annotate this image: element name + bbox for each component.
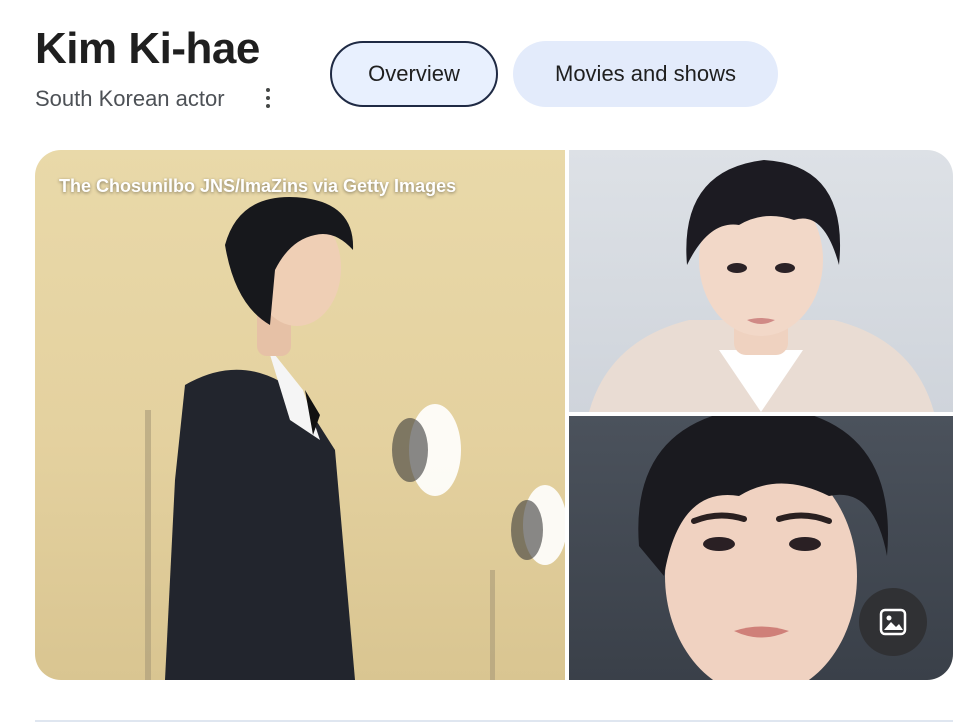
view-images-button[interactable]: [859, 588, 927, 656]
image-gallery: The Chosunilbo JNS/ImaZins via Getty Ima…: [35, 150, 953, 680]
main-image[interactable]: The Chosunilbo JNS/ImaZins via Getty Ima…: [35, 150, 565, 680]
image-credit: The Chosunilbo JNS/ImaZins via Getty Ima…: [59, 176, 457, 196]
entity-subtitle: South Korean actor: [35, 86, 225, 111]
more-vertical-icon: [266, 88, 270, 92]
image-icon: [879, 608, 907, 636]
section-divider: [35, 720, 953, 722]
actor-photo-top: [589, 160, 934, 412]
tab-overview[interactable]: Overview: [330, 41, 498, 107]
actor-photo-main: [145, 196, 565, 680]
secondary-image-top[interactable]: [569, 150, 953, 412]
page-title: Kim Ki-hae: [35, 24, 260, 73]
more-options-button[interactable]: [256, 84, 280, 112]
tab-movies-and-shows[interactable]: Movies and shows: [513, 41, 778, 107]
